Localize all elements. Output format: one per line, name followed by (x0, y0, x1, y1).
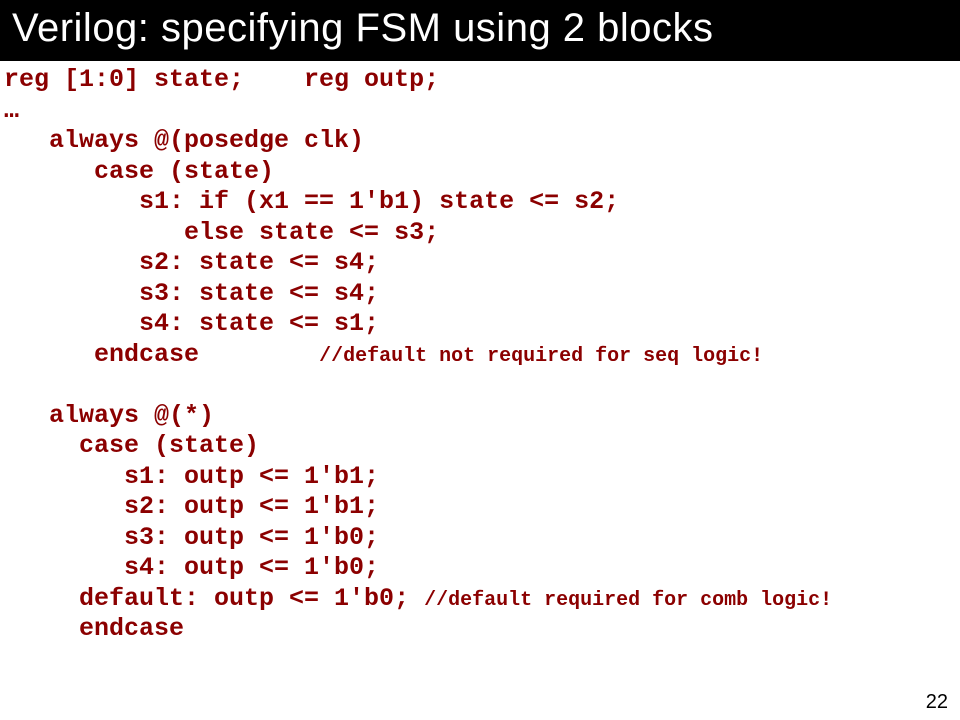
code-line: case (state) (4, 431, 259, 460)
code-line: always @(*) (4, 401, 214, 430)
code-line: s2: outp <= 1'b1; (4, 492, 379, 521)
code-line: s1: outp <= 1'b1; (4, 462, 379, 491)
code-line: s1: if (x1 == 1'b1) state <= s2; (4, 187, 619, 216)
code-line: default: outp <= 1'b0; (4, 584, 424, 613)
code-comment: //default required for comb logic! (424, 589, 832, 612)
code-line: endcase (4, 340, 319, 369)
code-line: … (4, 96, 19, 125)
code-line: s3: state <= s4; (4, 279, 379, 308)
page-number: 22 (926, 691, 948, 714)
code-line: s4: outp <= 1'b0; (4, 553, 379, 582)
code-line: s2: state <= s4; (4, 248, 379, 277)
code-line: else state <= s3; (4, 218, 439, 247)
code-line: s4: state <= s1; (4, 309, 379, 338)
code-line: always @(posedge clk) (4, 126, 364, 155)
code-comment: //default not required for seq logic! (319, 345, 763, 368)
code-line: s3: outp <= 1'b0; (4, 523, 379, 552)
code-block: reg [1:0] state; reg outp; … always @(po… (0, 61, 960, 645)
code-line: endcase (4, 614, 184, 643)
code-line: case (state) (4, 157, 274, 186)
code-line: reg [1:0] state; reg outp; (4, 65, 439, 94)
slide-title: Verilog: specifying FSM using 2 blocks (0, 0, 960, 61)
